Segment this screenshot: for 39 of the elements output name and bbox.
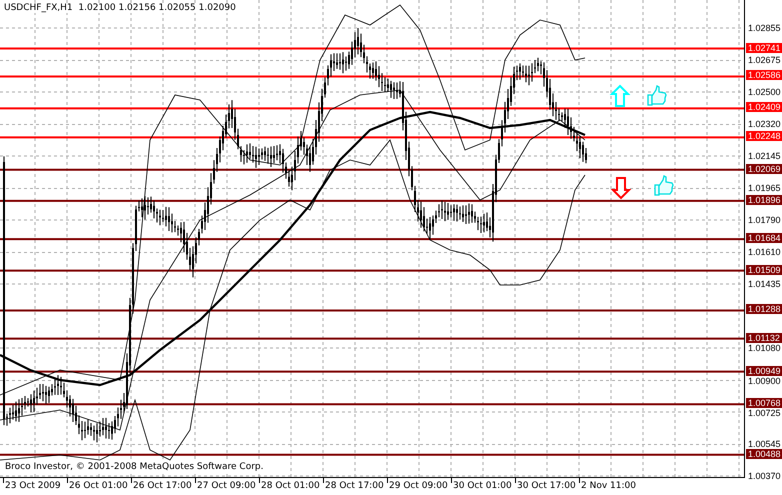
- price-tick-label: 1.01790: [748, 214, 781, 225]
- price-level-label: 1.02248: [746, 131, 782, 142]
- price-tick-label: 1.01080: [748, 342, 781, 353]
- price-level-label: 1.01684: [746, 233, 782, 244]
- copyright-text: Broco Investor, © 2001-2008 MetaQuotes Software Corp.: [5, 462, 264, 472]
- price-tick-label: 1.01965: [748, 183, 781, 194]
- price-level-label: 1.00768: [746, 398, 782, 408]
- price-tick-label: 1.02855: [748, 23, 781, 33]
- time-axis-label: 26 Oct 17:00: [133, 481, 192, 491]
- price-tick-label: 1.00725: [748, 408, 781, 418]
- time-axis-label: 28 Oct 01:00: [261, 481, 320, 491]
- chart-title: USDCHF_FX,H1 1.02100 1.02156 1.02055 1.02090: [4, 3, 236, 13]
- price-tick-label: 1.02320: [748, 119, 781, 130]
- time-axis-label: 30 Oct 01:00: [453, 481, 512, 491]
- price-level-label: 1.01896: [746, 194, 782, 205]
- time-axis-label: 29 Oct 09:00: [389, 481, 448, 491]
- time-axis-label: 26 Oct 01:00: [69, 481, 128, 491]
- time-axis-label: 28 Oct 17:00: [325, 481, 384, 491]
- price-tick-label: 1.00370: [748, 470, 781, 481]
- time-axis-label: 23 Oct 2009: [5, 481, 61, 491]
- price-level-label: 1.02069: [746, 164, 782, 174]
- price-level-label: 1.02741: [746, 42, 782, 53]
- price-tick-label: 1.01610: [748, 247, 781, 258]
- price-level-label: 1.00488: [746, 448, 782, 459]
- price-level-label: 1.02409: [746, 102, 782, 112]
- price-tick-label: 1.01435: [748, 278, 781, 289]
- price-level-label: 1.01132: [746, 332, 782, 343]
- price-level-label: 1.01288: [746, 304, 782, 314]
- time-axis-label: 2 Nov 11:00: [581, 481, 636, 491]
- price-level-label: 1.02586: [746, 70, 782, 80]
- price-tick-label: 1.02145: [748, 150, 781, 161]
- time-axis-label: 30 Oct 17:00: [517, 481, 576, 491]
- price-tick-label: 1.02675: [748, 55, 781, 66]
- time-axis-label: 27 Oct 09:00: [197, 481, 256, 491]
- price-level-label: 1.00949: [746, 366, 782, 376]
- price-tick-label: 1.02500: [748, 86, 781, 97]
- price-level-label: 1.01509: [746, 264, 782, 275]
- price-tick-label: 1.00545: [748, 438, 781, 449]
- price-tick-label: 1.00900: [748, 376, 781, 386]
